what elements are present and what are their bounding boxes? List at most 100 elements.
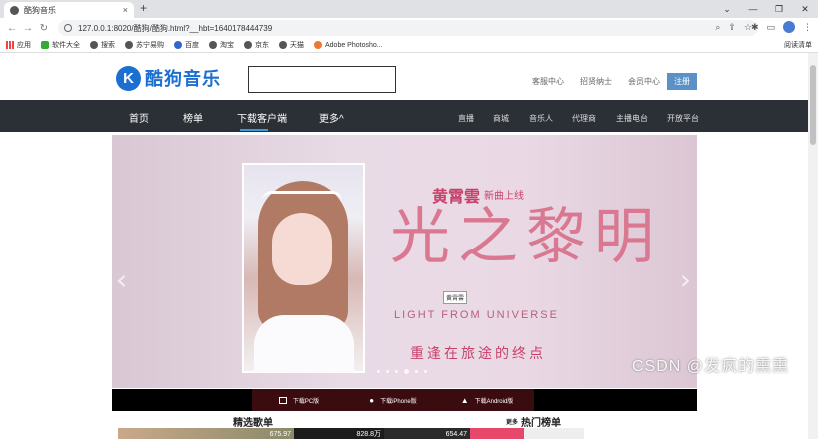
bookmark-icon — [209, 41, 217, 49]
subnav-radio[interactable]: 主播电台 — [616, 113, 648, 124]
bookmark-tmall[interactable]: 天猫 — [279, 40, 304, 50]
bookmark-software[interactable]: 软件大全 — [41, 40, 80, 50]
baidu-icon — [174, 41, 182, 49]
tab-title: 酷狗音乐 — [24, 5, 56, 15]
subnav-agent[interactable]: 代理商 — [572, 113, 596, 124]
page-scrollbar[interactable] — [808, 53, 818, 439]
apple-icon: ● — [369, 395, 375, 405]
nav-home[interactable]: 首页 — [129, 110, 149, 125]
globe-icon — [10, 5, 19, 15]
tab-search-icon[interactable]: ⌄ — [714, 0, 740, 18]
carousel-dots — [377, 369, 427, 374]
carousel-dot[interactable] — [404, 369, 409, 374]
browser-tab[interactable]: 酷狗音乐 × — [4, 2, 134, 18]
banner-artist-sub: 新曲上线 — [484, 191, 524, 202]
site-info-icon[interactable] — [64, 24, 72, 32]
bookmark-icon — [90, 41, 98, 49]
maximize-icon[interactable]: ❐ — [766, 0, 792, 18]
bookmark-icon — [314, 41, 322, 49]
close-tab-icon[interactable]: × — [123, 5, 128, 15]
chart-card[interactable] — [524, 428, 584, 439]
kugou-logo-icon: K — [116, 65, 141, 91]
carousel-dot[interactable] — [377, 370, 380, 373]
section-featured-playlists: 精选歌单 — [233, 418, 273, 429]
zoom-icon[interactable]: ⌕ — [715, 22, 720, 33]
browser-tab-strip: 酷狗音乐 × + ⌄ — ❐ ✕ — [0, 0, 818, 18]
extensions-icon[interactable]: ✱ — [751, 22, 759, 33]
playlist-card[interactable]: 675.97 — [118, 428, 294, 439]
monitor-icon — [278, 396, 287, 404]
register-button[interactable]: 注册 — [667, 73, 697, 90]
subnav-store[interactable]: 商城 — [493, 113, 509, 124]
bookmark-search[interactable]: 搜索 — [90, 40, 115, 50]
playlist-card[interactable]: 654.47 — [384, 428, 470, 439]
bookmark-baidu[interactable]: 百度 — [174, 40, 199, 50]
address-bar[interactable]: 127.0.0.1:8020/酷狗/酷狗.html?__hbt=16401784… — [58, 20, 758, 36]
apps-icon — [6, 41, 14, 49]
carousel-next-icon[interactable]: › — [680, 263, 691, 296]
link-careers[interactable]: 招贤纳士 — [580, 76, 612, 87]
url-text: 127.0.0.1:8020/酷狗/酷狗.html?__hbt=16401784… — [78, 23, 273, 33]
nav-download-client[interactable]: 下载客户端 — [237, 110, 287, 125]
window-controls: ⌄ — ❐ ✕ — [714, 0, 818, 18]
reading-list[interactable]: 阅读清单 — [784, 40, 812, 50]
bookmark-taobao[interactable]: 淘宝 — [209, 40, 234, 50]
bookmark-icon — [279, 41, 287, 49]
download-iphone-button[interactable]: ● 下载iPhone版 — [346, 389, 440, 411]
bookmark-icon — [41, 41, 49, 49]
content-sections: 精选歌单 更多 热门榜单 675.97 828.8万 654.47 — [0, 413, 808, 439]
bookmark-adobe[interactable]: Adobe Photosho... — [314, 41, 383, 49]
hover-tooltip: 黄霄雲 — [443, 291, 468, 304]
subnav-live[interactable]: 直播 — [458, 113, 474, 124]
browser-toolbar: ← → ↻ 127.0.0.1:8020/酷狗/酷狗.html?__hbt=16… — [0, 18, 818, 38]
reload-icon[interactable]: ↻ — [36, 23, 52, 34]
download-android-button[interactable]: ▲ 下载Android版 — [440, 389, 534, 411]
banner-carousel[interactable]: 黄霄雲 新曲上线 光之黎明 LIGHT FROM UNIVERSE 重逢在旅途的… — [112, 135, 697, 388]
bookmark-suning[interactable]: 苏宁易购 — [125, 40, 164, 50]
web-page: K 酷狗音乐 客服中心 招贤纳士 会员中心 注册 首页 榜单 下载客户端 更多^… — [0, 53, 808, 439]
carousel-dot[interactable] — [424, 370, 427, 373]
section-hot-charts: 热门榜单 — [521, 418, 561, 429]
bookmark-icon — [125, 41, 133, 49]
back-icon[interactable]: ← — [4, 23, 20, 34]
share-icon[interactable]: ⇪ — [728, 22, 736, 33]
site-header: K 酷狗音乐 客服中心 招贤纳士 会员中心 注册 — [0, 53, 808, 100]
reading-mode-icon[interactable]: ▭ — [766, 22, 775, 33]
banner-title-en: LIGHT FROM UNIVERSE — [394, 309, 559, 321]
carousel-prev-icon[interactable]: ‹ — [116, 263, 127, 296]
profile-avatar[interactable] — [783, 21, 795, 33]
minimize-icon[interactable]: — — [740, 0, 766, 18]
close-window-icon[interactable]: ✕ — [792, 0, 818, 18]
download-bar: 下载PC版 ● 下载iPhone版 ▲ 下载Android版 — [112, 389, 697, 411]
link-customer-service[interactable]: 客服中心 — [532, 76, 564, 87]
download-pc-button[interactable]: 下载PC版 — [252, 389, 346, 411]
nav-active-indicator — [240, 129, 268, 131]
artist-photo — [242, 163, 365, 373]
carousel-dot[interactable] — [415, 370, 418, 373]
forward-icon[interactable]: → — [20, 23, 36, 34]
nav-charts[interactable]: 榜单 — [183, 110, 203, 125]
search-input[interactable] — [248, 66, 396, 93]
brand-name: 酷狗音乐 — [145, 69, 221, 89]
playlist-card[interactable]: 828.8万 — [294, 428, 384, 439]
playlist-thumbnails: 675.97 828.8万 654.47 — [118, 428, 584, 439]
menu-icon[interactable]: ⋮ — [803, 22, 812, 33]
banner-title: 光之黎明 — [390, 202, 662, 272]
chart-card[interactable] — [470, 428, 524, 439]
android-icon: ▲ — [460, 395, 469, 405]
main-nav: 首页 榜单 下载客户端 更多^ 直播 商城 音乐人 代理商 主播电台 开放平台 — [0, 100, 808, 132]
new-tab-icon[interactable]: + — [140, 1, 147, 15]
watermark: CSDN @发疯的熏熏 — [632, 358, 790, 375]
carousel-dot[interactable] — [386, 370, 389, 373]
carousel-dot[interactable] — [395, 370, 398, 373]
bookmark-icon — [244, 41, 252, 49]
nav-more[interactable]: 更多^ — [319, 110, 344, 125]
bookmark-apps[interactable]: 应用 — [6, 40, 31, 50]
header-links: 客服中心 招贤纳士 会员中心 — [532, 76, 660, 87]
link-member-center[interactable]: 会员中心 — [628, 76, 660, 87]
more-link[interactable]: 更多 — [506, 417, 518, 426]
subnav-musician[interactable]: 音乐人 — [529, 113, 553, 124]
subnav-open-platform[interactable]: 开放平台 — [667, 113, 699, 124]
bookmark-jd[interactable]: 京东 — [244, 40, 269, 50]
site-logo[interactable]: K 酷狗音乐 — [116, 65, 221, 91]
